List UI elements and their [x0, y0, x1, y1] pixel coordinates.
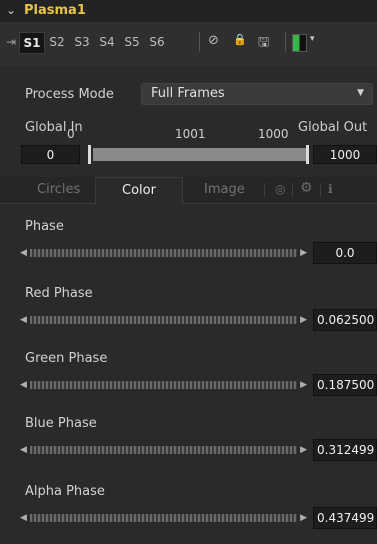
camera-icon[interactable]: ◎: [275, 182, 285, 196]
version-slot-s2[interactable]: S2: [46, 32, 68, 52]
tab-color-label: Color: [122, 183, 156, 198]
increment-arrow-icon[interactable]: ▶: [300, 378, 307, 392]
phase-slider[interactable]: ◀ ▶: [20, 246, 307, 260]
blue-phase-value-field[interactable]: 0.312499: [313, 439, 377, 461]
red-phase-label: Red Phase: [25, 286, 93, 301]
global-out-value: 1000: [329, 148, 361, 162]
increment-arrow-icon[interactable]: ▶: [300, 246, 307, 260]
slider-track[interactable]: [30, 381, 297, 389]
pin-icon[interactable]: ⇥: [6, 35, 16, 49]
range-end-value: 1000: [258, 127, 289, 141]
tab-divider: [264, 183, 265, 197]
toolbar-divider: [285, 32, 286, 52]
green-phase-label: Green Phase: [25, 351, 108, 366]
phase-value-field[interactable]: 0.0: [313, 242, 377, 264]
alpha-phase-value: 0.437499: [317, 511, 375, 525]
increment-arrow-icon[interactable]: ▶: [300, 443, 307, 457]
save-icon[interactable]: 🖫: [258, 33, 269, 55]
blue-phase-slider[interactable]: ◀ ▶: [20, 443, 307, 457]
slider-track[interactable]: [30, 446, 297, 454]
process-mode-label: Process Mode: [25, 87, 114, 102]
red-phase-slider[interactable]: ◀ ▶: [20, 313, 307, 327]
version-slot-s4[interactable]: S4: [96, 32, 118, 52]
alpha-phase-label: Alpha Phase: [25, 484, 105, 499]
tab-color[interactable]: Color: [95, 177, 183, 204]
red-phase-value-field[interactable]: 0.062500: [313, 309, 377, 331]
control-tabs: Circles Color Image ◎ ⚙ ℹ: [0, 177, 377, 204]
phase-label: Phase: [25, 219, 64, 234]
version-toolbar: ⇥ S1 S2 S3 S4 S5 S6 ⊘ 🔒 🖫 ▾: [0, 22, 377, 66]
increment-arrow-icon[interactable]: ▶: [300, 511, 307, 525]
alpha-phase-value-field[interactable]: 0.437499: [313, 507, 377, 529]
tab-circles[interactable]: Circles: [37, 182, 80, 197]
green-phase-value-field[interactable]: 0.187500: [313, 374, 377, 396]
tool-title: Plasma1: [24, 3, 86, 18]
global-out-field[interactable]: 1000: [313, 145, 377, 164]
tab-image[interactable]: Image: [204, 182, 245, 197]
decrement-arrow-icon[interactable]: ◀: [20, 378, 27, 392]
decrement-arrow-icon[interactable]: ◀: [20, 313, 27, 327]
tile-color-swatch[interactable]: [292, 34, 307, 52]
dropdown-arrow-icon: ▼: [357, 88, 364, 98]
global-range-slider[interactable]: [93, 148, 306, 161]
range-start-handle[interactable]: [88, 145, 91, 164]
range-end-handle[interactable]: [306, 145, 309, 164]
decrement-arrow-icon[interactable]: ◀: [20, 443, 27, 457]
alpha-phase-slider[interactable]: ◀ ▶: [20, 511, 307, 525]
decrement-arrow-icon[interactable]: ◀: [20, 246, 27, 260]
version-slot-s5[interactable]: S5: [121, 32, 143, 52]
slider-track[interactable]: [30, 514, 297, 522]
lock-icon[interactable]: 🔒: [233, 33, 247, 46]
phase-value: 0.0: [335, 246, 355, 260]
version-slot-s3[interactable]: S3: [71, 32, 93, 52]
tool-header[interactable]: ⌄ Plasma1: [0, 0, 377, 22]
disable-icon[interactable]: ⊘: [208, 33, 219, 48]
range-start-value: 0: [67, 127, 75, 141]
chevron-down-icon[interactable]: ▾: [310, 34, 315, 44]
tab-divider: [320, 183, 321, 197]
green-phase-slider[interactable]: ◀ ▶: [20, 378, 307, 392]
collapse-chevron-icon[interactable]: ⌄: [6, 3, 16, 17]
decrement-arrow-icon[interactable]: ◀: [20, 511, 27, 525]
green-phase-value: 0.187500: [317, 378, 375, 392]
tab-divider: [292, 183, 293, 197]
global-in-field[interactable]: 0: [21, 145, 80, 164]
red-phase-value: 0.062500: [317, 313, 375, 327]
slider-track[interactable]: [30, 316, 297, 324]
increment-arrow-icon[interactable]: ▶: [300, 313, 307, 327]
blue-phase-label: Blue Phase: [25, 416, 97, 431]
range-current-value: 1001: [175, 127, 206, 141]
info-icon[interactable]: ℹ: [328, 182, 333, 196]
global-in-value: 0: [46, 148, 55, 162]
version-slot-s1[interactable]: S1: [19, 32, 45, 54]
process-mode-value: Full Frames: [151, 86, 225, 101]
settings-gear-icon[interactable]: ⚙: [300, 180, 313, 196]
global-out-label: Global Out: [298, 120, 368, 135]
process-mode-dropdown[interactable]: Full Frames ▼: [141, 83, 373, 105]
toolbar-divider: [199, 32, 200, 52]
version-slot-s6[interactable]: S6: [146, 32, 168, 52]
blue-phase-value: 0.312499: [317, 443, 375, 457]
slider-track[interactable]: [30, 249, 297, 257]
